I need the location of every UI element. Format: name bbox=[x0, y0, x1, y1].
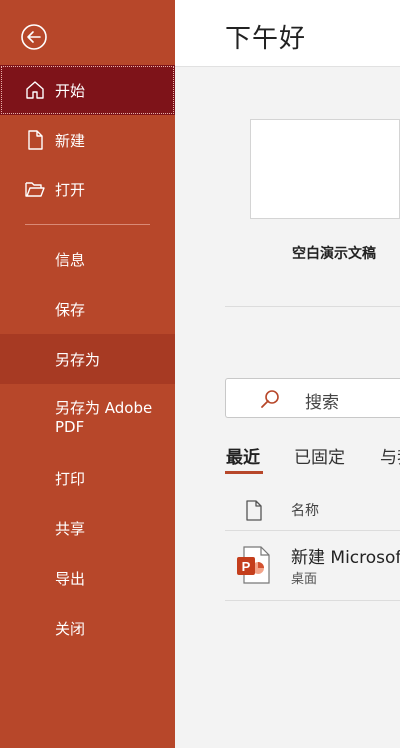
sidebar-item-share[interactable]: 共享 bbox=[0, 503, 175, 553]
sidebar-item-new[interactable]: 新建 bbox=[0, 115, 175, 165]
sidebar-item-label: 另存为 bbox=[55, 350, 101, 369]
svg-text:P: P bbox=[242, 559, 251, 574]
page-title: 下午好 bbox=[225, 24, 307, 54]
tab-pinned[interactable]: 已固定 bbox=[294, 443, 345, 468]
sidebar-item-close[interactable]: 关闭 bbox=[0, 603, 175, 653]
open-folder-icon bbox=[24, 178, 46, 200]
home-icon bbox=[24, 79, 46, 101]
search-icon bbox=[259, 388, 281, 410]
section-divider bbox=[225, 306, 400, 307]
sidebar-item-label: 保存 bbox=[55, 300, 86, 319]
back-arrow-icon[interactable] bbox=[20, 23, 48, 51]
sidebar-item-label: 导出 bbox=[55, 569, 86, 588]
new-file-icon bbox=[24, 129, 46, 151]
sidebar-item-label: 新建 bbox=[55, 131, 86, 150]
column-header-name[interactable]: 名称 bbox=[291, 500, 319, 520]
sidebar-item-label: 开始 bbox=[55, 81, 86, 100]
blank-presentation-thumbnail[interactable] bbox=[250, 119, 400, 219]
sidebar-item-open[interactable]: 打开 bbox=[0, 164, 175, 214]
sidebar-item-label: 信息 bbox=[55, 250, 86, 269]
main-content bbox=[175, 0, 400, 748]
tab-recent[interactable]: 最近 bbox=[226, 443, 260, 468]
blank-presentation-label[interactable]: 空白演示文稿 bbox=[292, 243, 376, 263]
sidebar-item-save-as[interactable]: 另存为 bbox=[0, 334, 175, 384]
search-placeholder: 搜索 bbox=[305, 393, 339, 413]
powerpoint-icon: P bbox=[236, 546, 270, 584]
sidebar-item-export[interactable]: 导出 bbox=[0, 553, 175, 603]
sidebar-item-label: 关闭 bbox=[55, 619, 86, 638]
sidebar-divider bbox=[25, 224, 150, 225]
search-input[interactable]: 搜索 bbox=[225, 378, 400, 418]
sidebar-item-info[interactable]: 信息 bbox=[0, 234, 175, 284]
tab-active-indicator bbox=[225, 471, 263, 474]
file-name: 新建 Microsoft bbox=[291, 548, 400, 568]
list-divider bbox=[225, 530, 400, 531]
backstage-sidebar: 开始 新建 打开 信息 保存 另存为 另存为 Adobe PDF 打印 共享 导… bbox=[0, 0, 175, 748]
tab-shared-with-me[interactable]: 与我 bbox=[380, 443, 400, 468]
sidebar-item-save-as-adobe-pdf[interactable]: 另存为 Adobe PDF bbox=[0, 384, 175, 454]
sidebar-item-save[interactable]: 保存 bbox=[0, 284, 175, 334]
header-bar: 下午好 bbox=[175, 0, 400, 67]
file-type-icon bbox=[245, 500, 263, 521]
sidebar-item-print[interactable]: 打印 bbox=[0, 453, 175, 503]
sidebar-item-label: 另存为 Adobe PDF bbox=[55, 399, 153, 436]
sidebar-item-label: 共享 bbox=[55, 519, 86, 538]
sidebar-item-label: 打开 bbox=[55, 180, 86, 199]
sidebar-item-label: 打印 bbox=[55, 469, 86, 488]
list-divider bbox=[225, 600, 400, 601]
file-location: 桌面 bbox=[291, 572, 318, 587]
sidebar-item-home[interactable]: 开始 bbox=[0, 65, 175, 115]
